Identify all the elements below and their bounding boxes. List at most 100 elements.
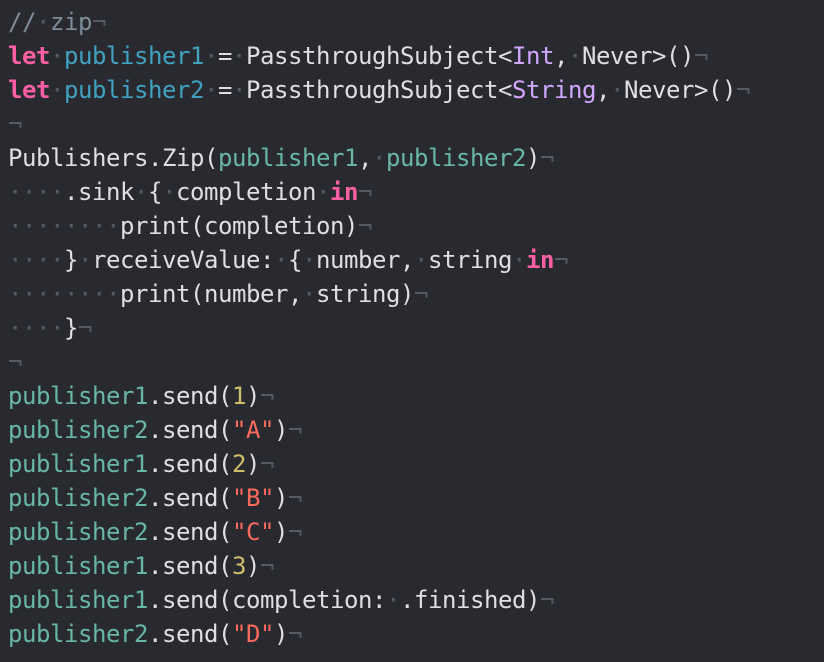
whitespace-marker: ¬ — [414, 280, 428, 308]
whitespace-marker: ···· — [8, 314, 64, 342]
code-token: Int — [512, 42, 554, 70]
whitespace-marker: · — [302, 280, 316, 308]
whitespace-marker: · — [372, 144, 386, 172]
code-token: zip — [50, 8, 92, 36]
code-editor[interactable]: //·zip¬ let·publisher1·=·PassthroughSubje… — [0, 0, 824, 662]
code-token: print(completion) — [120, 212, 358, 240]
code-line[interactable]: publisher2.send("B")¬ — [8, 481, 302, 515]
code-token: ) — [526, 144, 540, 172]
code-token: Publishers.Zip( — [8, 144, 218, 172]
code-token: String — [512, 76, 596, 104]
code-line[interactable]: let·publisher2·=·PassthroughSubject<Stri… — [8, 73, 750, 107]
code-token: PassthroughSubject< — [246, 76, 512, 104]
whitespace-marker: · — [162, 178, 176, 206]
code-token: in — [526, 246, 554, 274]
code-token: , — [596, 76, 610, 104]
code-token: let — [8, 42, 50, 70]
whitespace-marker: ¬ — [260, 450, 274, 478]
code-line[interactable]: let·publisher1·=·PassthroughSubject<Int,… — [8, 39, 708, 73]
code-token: { — [148, 178, 162, 206]
code-line[interactable]: ¬ — [8, 345, 22, 379]
code-token: , — [554, 42, 568, 70]
code-line[interactable]: publisher1.send(1)¬ — [8, 379, 274, 413]
code-token: print(number, — [120, 280, 302, 308]
whitespace-marker: ¬ — [78, 314, 92, 342]
code-token: ) — [274, 484, 288, 512]
code-line[interactable]: //·zip¬ — [8, 5, 106, 39]
code-token: "A" — [232, 416, 274, 444]
whitespace-marker: · — [50, 42, 64, 70]
whitespace-marker: · — [204, 76, 218, 104]
whitespace-marker: · — [78, 246, 92, 274]
code-line[interactable]: publisher1.send(3)¬ — [8, 549, 274, 583]
code-token: } — [64, 246, 78, 274]
code-line[interactable]: ····}·receiveValue:·{·number,·string·in¬ — [8, 243, 568, 277]
whitespace-marker: ¬ — [554, 246, 568, 274]
whitespace-marker: ¬ — [288, 484, 302, 512]
code-token: "C" — [232, 518, 274, 546]
code-token: publisher2 — [8, 416, 148, 444]
code-token: ) — [246, 382, 260, 410]
whitespace-marker: · — [610, 76, 624, 104]
code-token: string) — [316, 280, 414, 308]
code-token: receiveValue: — [92, 246, 274, 274]
whitespace-marker: ¬ — [358, 178, 372, 206]
whitespace-marker: ¬ — [736, 76, 750, 104]
code-token: string — [428, 246, 512, 274]
code-token: = — [218, 42, 232, 70]
code-token: .send( — [148, 518, 232, 546]
code-line[interactable]: publisher1.send(2)¬ — [8, 447, 274, 481]
code-line[interactable]: ····}¬ — [8, 311, 92, 345]
code-line[interactable]: publisher2.send("D")¬ — [8, 617, 302, 651]
code-token: publisher1 — [8, 552, 148, 580]
code-token: ) — [274, 416, 288, 444]
code-token: number, — [316, 246, 414, 274]
code-token: completion — [176, 178, 316, 206]
code-token: Never>() — [582, 42, 694, 70]
code-line[interactable]: publisher2.send("A")¬ — [8, 413, 302, 447]
whitespace-marker: · — [316, 178, 330, 206]
code-token: "D" — [232, 620, 274, 648]
whitespace-marker: ········ — [8, 280, 120, 308]
code-line[interactable]: ¬ — [8, 107, 22, 141]
code-token: = — [218, 76, 232, 104]
whitespace-marker: ···· — [8, 178, 64, 206]
code-line[interactable]: ········print(completion)¬ — [8, 209, 372, 243]
code-token: publisher2 — [386, 144, 526, 172]
whitespace-marker: ¬ — [358, 212, 372, 240]
code-token: publisher2 — [8, 518, 148, 546]
code-line[interactable]: ····.sink·{·completion·in¬ — [8, 175, 372, 209]
code-token: PassthroughSubject< — [246, 42, 512, 70]
whitespace-marker: ¬ — [8, 110, 22, 138]
code-token: "B" — [232, 484, 274, 512]
code-token: ) — [274, 620, 288, 648]
whitespace-marker: · — [274, 246, 288, 274]
code-line[interactable]: ········print(number,·string)¬ — [8, 277, 428, 311]
code-token: .finished) — [400, 586, 540, 614]
code-token: publisher1 — [8, 382, 148, 410]
whitespace-marker: · — [386, 586, 400, 614]
code-token: Never>() — [624, 76, 736, 104]
code-token: .send( — [148, 552, 232, 580]
code-token: .send(completion: — [148, 586, 386, 614]
whitespace-marker: · — [204, 42, 218, 70]
code-line[interactable]: publisher2.send("C")¬ — [8, 515, 302, 549]
whitespace-marker: · — [568, 42, 582, 70]
code-line[interactable]: Publishers.Zip(publisher1,·publisher2)¬ — [8, 141, 554, 175]
whitespace-marker: · — [232, 42, 246, 70]
code-token: in — [330, 178, 358, 206]
whitespace-marker: ¬ — [260, 382, 274, 410]
code-token: publisher2 — [8, 484, 148, 512]
code-token: ) — [246, 552, 260, 580]
whitespace-marker: ¬ — [694, 42, 708, 70]
code-line[interactable]: publisher1.send(completion:·.finished)¬ — [8, 583, 554, 617]
whitespace-marker: ¬ — [288, 518, 302, 546]
code-token: publisher1 — [8, 450, 148, 478]
code-token: publisher2 — [64, 76, 204, 104]
code-token: , — [358, 144, 372, 172]
whitespace-marker: ¬ — [92, 8, 106, 36]
whitespace-marker: ¬ — [260, 552, 274, 580]
code-token: 3 — [232, 552, 246, 580]
whitespace-marker: ········ — [8, 212, 120, 240]
whitespace-marker: · — [512, 246, 526, 274]
